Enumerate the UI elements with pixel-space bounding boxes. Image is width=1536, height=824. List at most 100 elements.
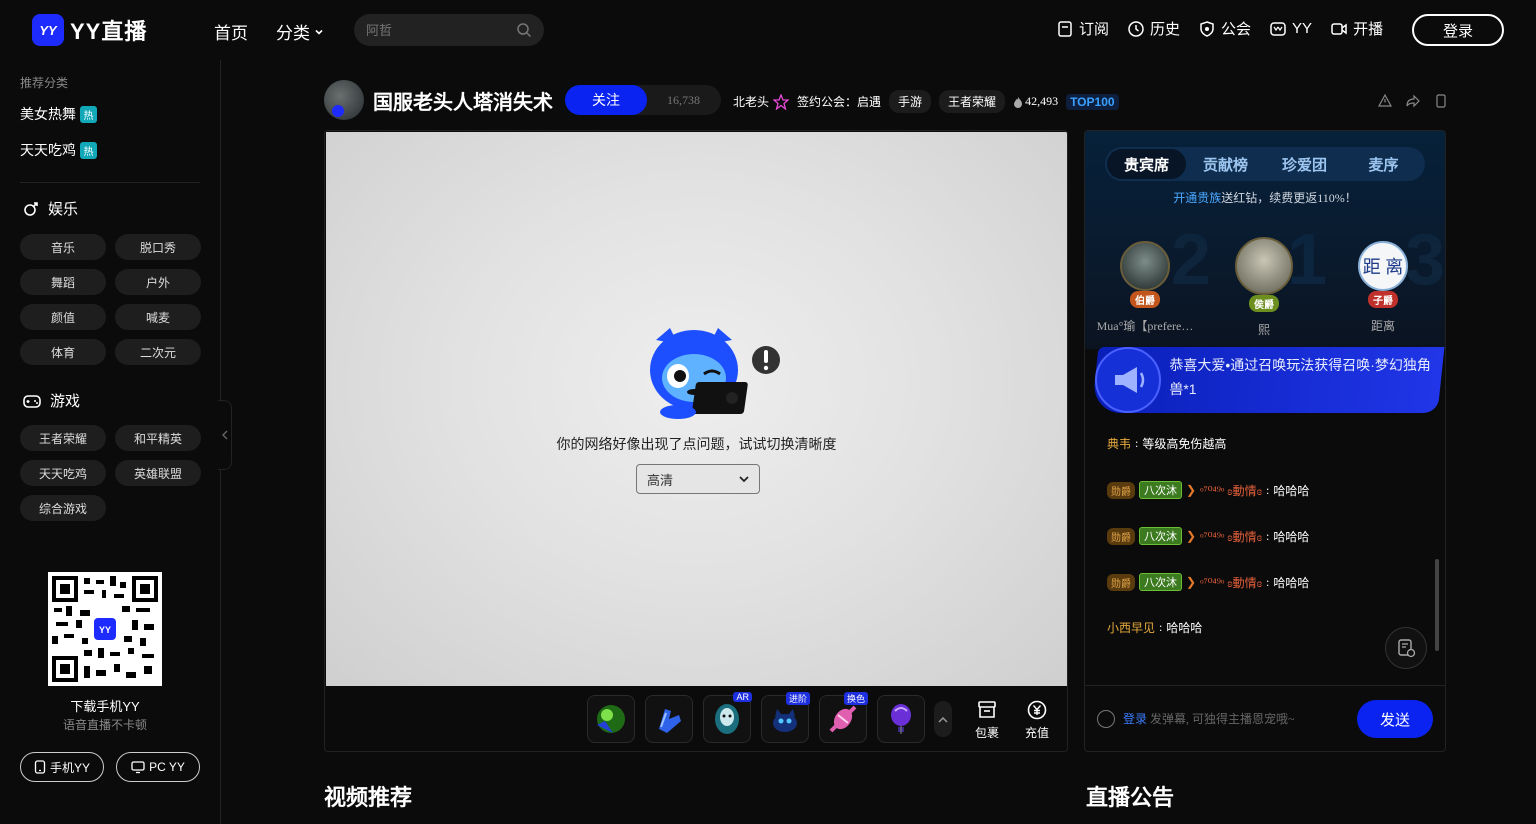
category-talkshow[interactable]: 脱口秀 bbox=[115, 234, 201, 260]
nav-home[interactable]: 首页 bbox=[214, 19, 248, 44]
category-acg[interactable]: 二次元 bbox=[115, 339, 201, 365]
room-meta: 北老头 签约公会：启遇 手游 王者荣耀 42,493 TOP100 bbox=[733, 90, 1119, 113]
category-all-games[interactable]: 综合游戏 bbox=[20, 495, 106, 521]
send-button[interactable]: 发送 bbox=[1357, 700, 1433, 738]
category-shout[interactable]: 喊麦 bbox=[115, 304, 201, 330]
category-lol[interactable]: 英雄联盟 bbox=[115, 460, 201, 486]
category-hok[interactable]: 王者荣耀 bbox=[20, 425, 106, 451]
package-icon bbox=[978, 701, 996, 718]
guild-name[interactable]: 签约公会：启遇 bbox=[797, 93, 881, 110]
top100-badge[interactable]: TOP100 bbox=[1066, 93, 1119, 110]
noble-badge: 侯爵 bbox=[1249, 295, 1279, 312]
yy-icon bbox=[1270, 21, 1286, 36]
emoji-icon[interactable] bbox=[1097, 710, 1115, 728]
gift-item[interactable] bbox=[587, 695, 635, 743]
entertainment-header: 娱乐 bbox=[22, 198, 78, 219]
login-button[interactable]: 登录 bbox=[1412, 14, 1504, 46]
games-title: 游戏 bbox=[50, 393, 81, 410]
category-outdoor[interactable]: 户外 bbox=[115, 269, 201, 295]
hot-badge: 热 bbox=[80, 105, 97, 123]
chat-scrollbar[interactable] bbox=[1435, 559, 1439, 651]
broadcast-link[interactable]: 开播 bbox=[1330, 18, 1383, 39]
flame-icon bbox=[1014, 96, 1023, 108]
candy-gift-icon bbox=[829, 705, 857, 733]
chat-login-link[interactable]: 登录 bbox=[1123, 712, 1147, 726]
arrow-icon: ❯ bbox=[1186, 574, 1197, 589]
chat-user[interactable]: ᵒ⁷⁰⁴⁹ᵒ ʚ動情ɞ bbox=[1200, 482, 1262, 499]
search-input[interactable] bbox=[366, 22, 506, 38]
guild-link[interactable]: 公会 bbox=[1198, 18, 1251, 39]
yuan-coin-icon bbox=[1027, 700, 1047, 720]
follow-widget: 关注 16,738 bbox=[565, 85, 721, 115]
sidebar: 推荐分类 美女热舞 热 天天吃鸡 热 娱乐 音乐 脱口秀 舞蹈 户外 颜值 喊麦… bbox=[0, 60, 221, 824]
chat-user[interactable]: ᵒ⁷⁰⁴⁹ᵒ ʚ動情ɞ bbox=[1200, 528, 1262, 545]
pc-yy-button[interactable]: PC YY bbox=[116, 752, 200, 782]
search-icon[interactable] bbox=[516, 22, 532, 38]
tab-mic-queue[interactable]: 麦序 bbox=[1344, 149, 1423, 179]
tag-hok[interactable]: 王者荣耀 bbox=[939, 90, 1006, 113]
vip-seat-3[interactable]: 距 离 子爵 距离 bbox=[1333, 241, 1433, 334]
open-noble-link[interactable]: 开通贵族 bbox=[1173, 191, 1221, 205]
chat-text: 哈哈哈 bbox=[1273, 575, 1310, 590]
yy-logo[interactable]: YY YY直播 bbox=[32, 14, 147, 46]
vip-seat-1[interactable]: 侯爵 熙 bbox=[1214, 237, 1314, 338]
tab-fan-club[interactable]: 珍爱团 bbox=[1265, 149, 1344, 179]
chat-settings-button[interactable] bbox=[1385, 627, 1427, 669]
more-gifts-button[interactable] bbox=[934, 701, 952, 737]
chat-user[interactable]: 小西早见 bbox=[1107, 619, 1155, 636]
panel-tabs: 贵宾席 贡献榜 珍爱团 麦序 bbox=[1105, 147, 1425, 181]
arrow-icon: ❯ bbox=[1186, 482, 1197, 497]
tab-vip-seats[interactable]: 贵宾席 bbox=[1107, 149, 1186, 179]
error-message: 你的网络好像出现了点问题，试试切换清晰度 bbox=[556, 436, 837, 452]
heat-value: 42,493 bbox=[1025, 94, 1059, 108]
chat-user[interactable]: 典韦 bbox=[1107, 435, 1131, 452]
broadcast-label: 开播 bbox=[1353, 21, 1384, 38]
category-dance[interactable]: 舞蹈 bbox=[20, 269, 106, 295]
history-link[interactable]: 历史 bbox=[1127, 18, 1180, 39]
fan-badge: 八次沐 bbox=[1139, 481, 1182, 499]
svg-text:YY: YY bbox=[99, 625, 111, 635]
shield-star-icon bbox=[1200, 20, 1214, 37]
mobile-yy-label: 手机YY bbox=[49, 760, 90, 775]
bag-button[interactable]: 包裹 bbox=[967, 699, 1007, 741]
noble-level-badge: 勋爵 bbox=[1107, 527, 1135, 545]
mobile-view-icon[interactable] bbox=[1434, 94, 1448, 108]
vip-name: 熙 bbox=[1257, 323, 1270, 337]
chat-user[interactable]: ᵒ⁷⁰⁴⁹ᵒ ʚ動情ɞ bbox=[1200, 574, 1262, 591]
category-sports[interactable]: 体育 bbox=[20, 339, 106, 365]
share-icon[interactable] bbox=[1406, 94, 1420, 108]
gift-item[interactable] bbox=[645, 695, 693, 743]
heat-count: 42,493 bbox=[1013, 94, 1058, 109]
gift-item[interactable]: 换色 bbox=[819, 692, 868, 743]
recharge-button[interactable]: 充值 bbox=[1017, 699, 1057, 741]
sidebar-item-dance[interactable]: 美女热舞 热 bbox=[20, 104, 97, 124]
vip-seat-2[interactable]: 伯爵 Mua°瑜【prefere… bbox=[1095, 241, 1195, 334]
sidebar-item-pubg[interactable]: 天天吃鸡 热 bbox=[20, 140, 97, 160]
monitor-icon bbox=[131, 761, 145, 774]
quality-value: 高清 bbox=[647, 472, 674, 488]
gift-item[interactable]: 进阶 bbox=[761, 692, 810, 743]
category-music[interactable]: 音乐 bbox=[20, 234, 106, 260]
entertainment-title: 娱乐 bbox=[48, 201, 79, 218]
tab-contribution[interactable]: 贡献榜 bbox=[1186, 149, 1265, 179]
gift-item[interactable] bbox=[877, 695, 925, 743]
category-pubg[interactable]: 天天吃鸡 bbox=[20, 460, 106, 486]
category-peace-elite[interactable]: 和平精英 bbox=[115, 425, 201, 451]
sidebar-collapse-handle[interactable] bbox=[218, 400, 232, 470]
category-looks[interactable]: 颜值 bbox=[20, 304, 106, 330]
anchor-name[interactable]: 北老头 bbox=[733, 93, 769, 110]
subscribe-link[interactable]: 订阅 bbox=[1056, 18, 1109, 39]
report-icon[interactable] bbox=[1378, 94, 1392, 108]
quality-select[interactable]: 高清 bbox=[636, 464, 760, 494]
nav-category[interactable]: 分类 bbox=[276, 19, 324, 44]
chat-text: 哈哈哈 bbox=[1273, 529, 1310, 544]
video-area[interactable]: 你的网络好像出现了点问题，试试切换清晰度 高清 bbox=[326, 132, 1067, 686]
anchor-avatar[interactable] bbox=[324, 80, 364, 120]
mobile-yy-button[interactable]: 手机YY bbox=[20, 752, 104, 782]
chat-input[interactable]: 登录 发弹幕, 可独得主播恩宠哦~ bbox=[1123, 710, 1295, 727]
noble-level-badge: 勋爵 bbox=[1107, 573, 1135, 591]
yy-link[interactable]: YY bbox=[1269, 18, 1312, 39]
tag-mobile-game[interactable]: 手游 bbox=[889, 90, 932, 113]
follow-button[interactable]: 关注 bbox=[565, 85, 647, 115]
gift-item[interactable]: AR bbox=[703, 692, 752, 743]
